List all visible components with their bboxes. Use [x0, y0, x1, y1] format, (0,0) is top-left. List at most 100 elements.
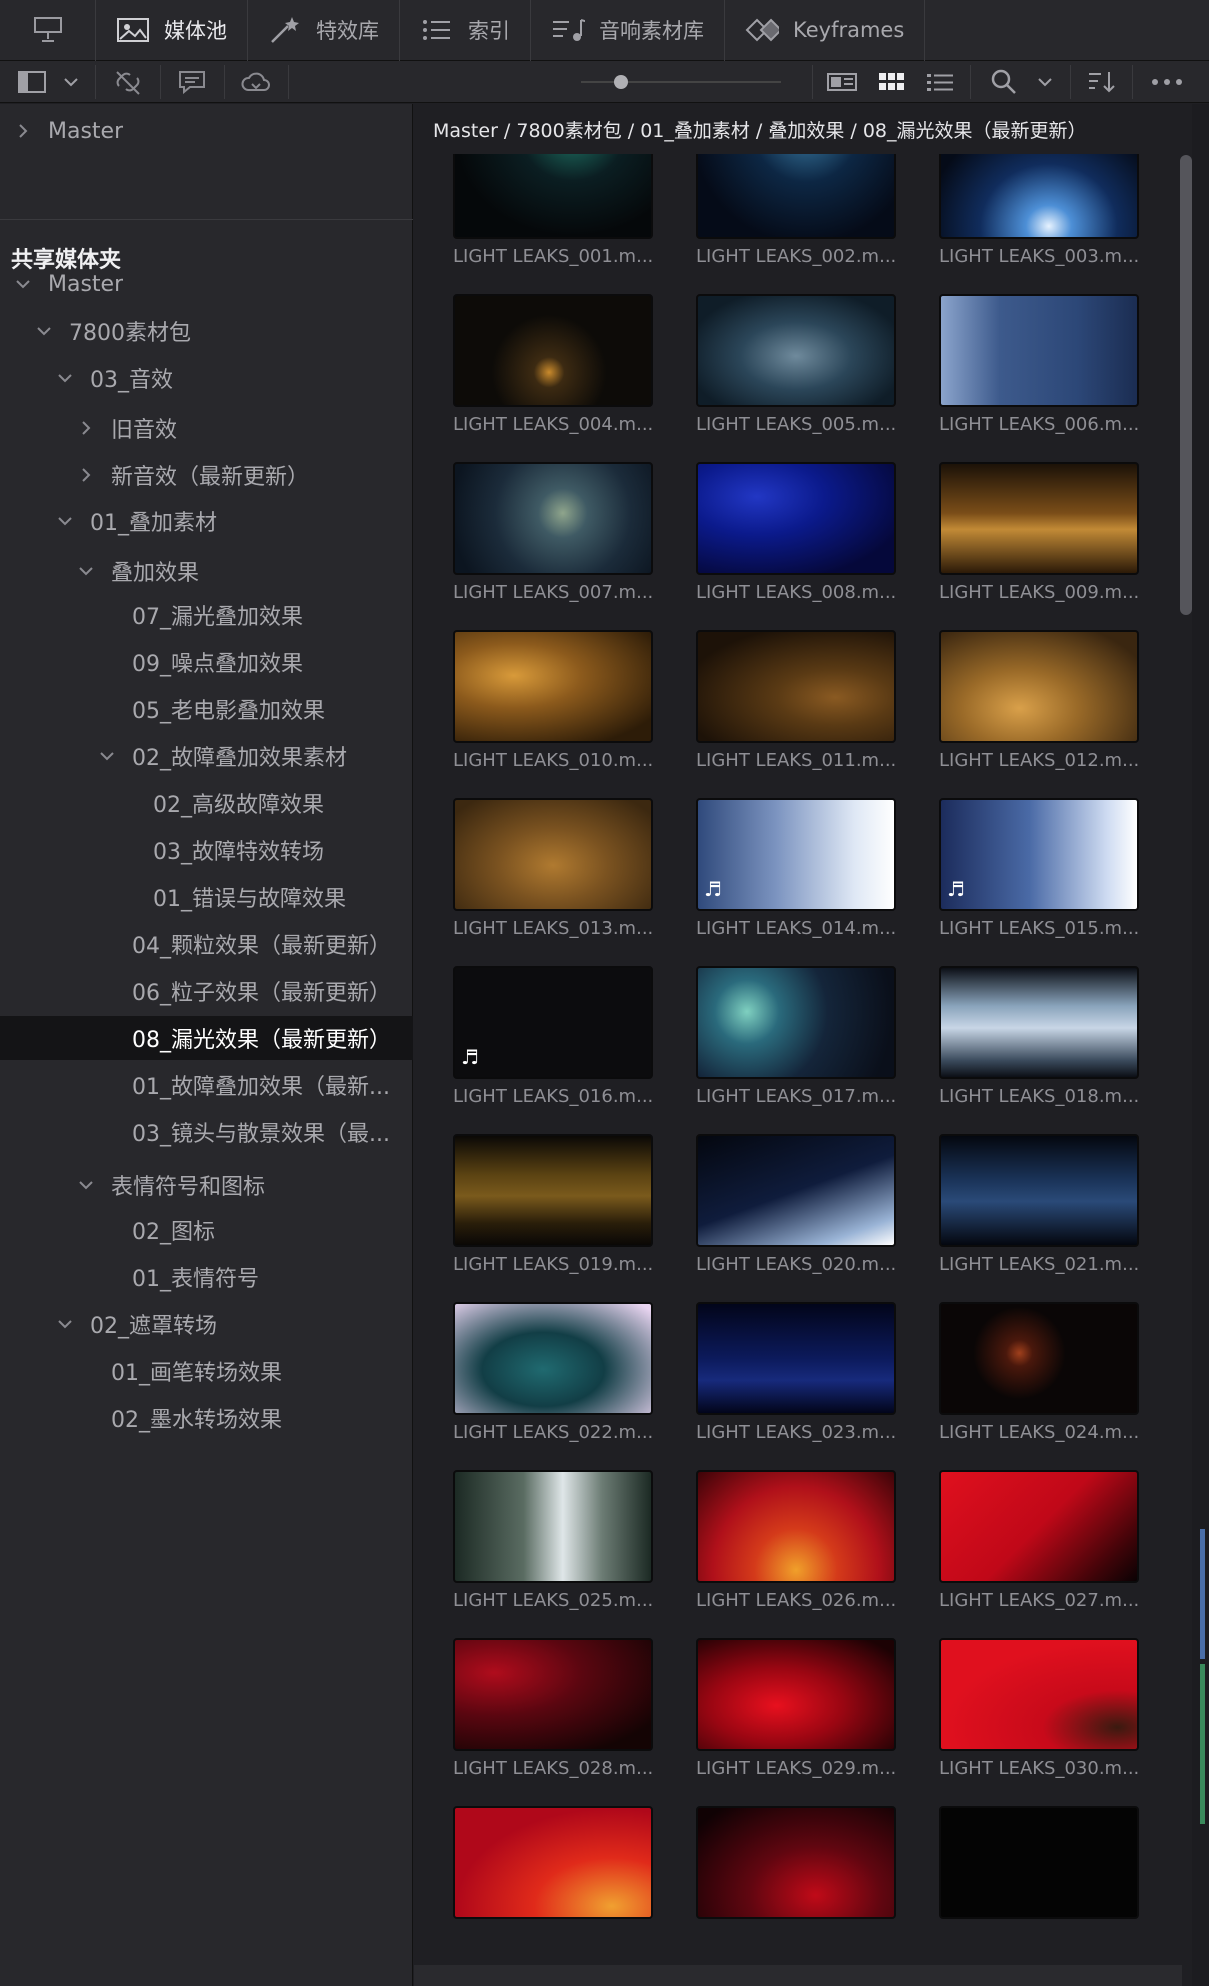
clip-thumbnail[interactable] [939, 1806, 1139, 1919]
thumbnail-view-button[interactable] [872, 61, 912, 103]
tree-item[interactable]: 02_墨水转场效果 [0, 1396, 413, 1440]
clip-thumbnail[interactable] [696, 294, 896, 407]
clip-thumbnail[interactable] [696, 1806, 896, 1919]
media-clip[interactable]: LIGHT LEAKS_023.m... [696, 1302, 896, 1443]
clip-thumbnail[interactable] [939, 154, 1139, 239]
media-clip[interactable]: LIGHT LEAKS_011.m... [696, 630, 896, 771]
clip-thumbnail[interactable] [939, 1638, 1139, 1751]
breadcrumb[interactable]: Master / 7800素材包 / 01_叠加素材 / 叠加效果 / 08_漏… [414, 104, 1209, 154]
media-clip[interactable]: LIGHT LEAKS_013.m... [453, 798, 653, 939]
clip-thumbnail[interactable] [453, 1134, 653, 1247]
media-clip[interactable] [696, 1806, 896, 1919]
tab-index-list[interactable]: 索引 [400, 0, 531, 61]
clip-thumbnail[interactable] [939, 966, 1139, 1079]
clip-thumbnail[interactable] [939, 630, 1139, 743]
tree-item[interactable]: 7800素材包 [0, 309, 413, 353]
tree-item[interactable]: 07_漏光叠加效果 [0, 593, 413, 637]
clip-thumbnail[interactable] [939, 1302, 1139, 1415]
media-clip[interactable]: LIGHT LEAKS_028.m... [453, 1638, 653, 1779]
tree-item[interactable]: 04_颗粒效果（最新更新） [0, 922, 413, 966]
media-clip[interactable]: LIGHT LEAKS_019.m... [453, 1134, 653, 1275]
media-clip[interactable]: LIGHT LEAKS_017.m... [696, 966, 896, 1107]
metadata-view-button[interactable] [822, 61, 862, 103]
clip-thumbnail[interactable] [696, 1638, 896, 1751]
media-clip[interactable]: LIGHT LEAKS_004.m... [453, 294, 653, 435]
clip-thumbnail[interactable] [453, 1806, 653, 1919]
clip-thumbnail[interactable] [939, 462, 1139, 575]
clip-thumbnail[interactable] [453, 154, 653, 239]
cloud-sync-button[interactable] [236, 61, 276, 103]
tree-item[interactable]: 03_故障特效转场 [0, 828, 413, 872]
clip-thumbnail[interactable] [453, 798, 653, 911]
tree-item[interactable]: 02_高级故障效果 [0, 781, 413, 825]
chevron-down-icon[interactable] [54, 1313, 76, 1335]
horizontal-scrollbar[interactable] [414, 1965, 1182, 1986]
media-clip[interactable]: LIGHT LEAKS_009.m... [939, 462, 1139, 603]
tree-item[interactable]: 08_漏光效果（最新更新） [0, 1016, 413, 1060]
tree-item[interactable]: 表情符号和图标 [0, 1163, 413, 1207]
tree-item[interactable]: 叠加效果 [0, 549, 413, 593]
clip-thumbnail[interactable] [696, 462, 896, 575]
media-clip[interactable]: LIGHT LEAKS_027.m... [939, 1470, 1139, 1611]
tree-item[interactable]: 新音效（最新更新） [0, 453, 413, 497]
tree-item[interactable]: 02_故障叠加效果素材 [0, 734, 413, 778]
tree-item[interactable]: 01_错误与故障效果 [0, 875, 413, 919]
chevron-down-icon[interactable] [75, 1174, 97, 1196]
media-clip[interactable]: LIGHT LEAKS_025.m... [453, 1470, 653, 1611]
media-clip[interactable]: LIGHT LEAKS_022.m... [453, 1302, 653, 1443]
unlink-button[interactable] [108, 61, 148, 103]
clip-thumbnail[interactable] [696, 630, 896, 743]
tree-item[interactable]: 01_故障叠加效果（最新... [0, 1063, 413, 1107]
clip-thumbnail[interactable] [453, 1302, 653, 1415]
tree-item[interactable]: 03_音效 [0, 356, 413, 400]
tree-item[interactable]: Master [0, 262, 413, 306]
tab-sound-library[interactable]: 音响素材库 [531, 0, 725, 61]
clip-thumbnail[interactable] [453, 630, 653, 743]
chevron-down-icon[interactable] [33, 320, 55, 342]
clip-thumbnail[interactable] [453, 294, 653, 407]
search-options-dropdown[interactable] [1030, 61, 1060, 103]
chevron-down-icon[interactable] [75, 560, 97, 582]
media-clip[interactable] [939, 1806, 1139, 1919]
clip-thumbnail[interactable]: ♬ [696, 798, 896, 911]
chevron-right-icon[interactable] [12, 120, 34, 142]
chevron-down-icon[interactable] [96, 745, 118, 767]
tree-item[interactable]: 09_噪点叠加效果 [0, 640, 413, 684]
tree-item[interactable]: 02_图标 [0, 1208, 413, 1252]
clip-thumbnail[interactable] [696, 966, 896, 1079]
tree-item[interactable]: 06_粒子效果（最新更新） [0, 969, 413, 1013]
more-options-button[interactable] [1145, 61, 1189, 103]
clip-thumbnail[interactable] [939, 1134, 1139, 1247]
clip-thumbnail[interactable] [939, 1470, 1139, 1583]
media-clip[interactable]: LIGHT LEAKS_005.m... [696, 294, 896, 435]
slider-knob[interactable] [614, 75, 628, 89]
clip-thumbnail[interactable] [696, 1470, 896, 1583]
clip-thumbnail[interactable] [453, 1470, 653, 1583]
media-clip[interactable]: LIGHT LEAKS_024.m... [939, 1302, 1139, 1443]
tree-item[interactable]: 01_叠加素材 [0, 499, 413, 543]
tree-item[interactable]: 05_老电影叠加效果 [0, 687, 413, 731]
sort-button[interactable] [1082, 61, 1122, 103]
clip-thumbnail[interactable]: ♬ [453, 966, 653, 1079]
tree-item[interactable]: 01_表情符号 [0, 1255, 413, 1299]
chevron-right-icon[interactable] [75, 464, 97, 486]
media-clip[interactable]: LIGHT LEAKS_006.m... [939, 294, 1139, 435]
media-clip[interactable]: LIGHT LEAKS_010.m... [453, 630, 653, 771]
media-clip[interactable]: ♬ LIGHT LEAKS_015.m... [939, 798, 1139, 939]
media-clip[interactable]: LIGHT LEAKS_008.m... [696, 462, 896, 603]
chevron-right-icon[interactable] [75, 417, 97, 439]
media-clip[interactable] [453, 1806, 653, 1919]
workspace-toggle-button[interactable] [0, 0, 96, 61]
clip-thumbnail[interactable] [453, 1638, 653, 1751]
clip-thumbnail[interactable] [453, 462, 653, 575]
vertical-scrollbar[interactable] [1180, 155, 1192, 615]
media-clip[interactable]: LIGHT LEAKS_003.m... [939, 154, 1139, 267]
clip-thumbnail[interactable] [939, 294, 1139, 407]
chevron-down-icon[interactable] [54, 367, 76, 389]
media-clip[interactable]: LIGHT LEAKS_018.m... [939, 966, 1139, 1107]
clip-thumbnail[interactable] [696, 154, 896, 239]
media-clip[interactable]: LIGHT LEAKS_001.m... [453, 154, 653, 267]
media-clip[interactable]: LIGHT LEAKS_012.m... [939, 630, 1139, 771]
media-clip[interactable]: LIGHT LEAKS_002.m... [696, 154, 896, 267]
clip-thumbnail[interactable] [696, 1134, 896, 1247]
